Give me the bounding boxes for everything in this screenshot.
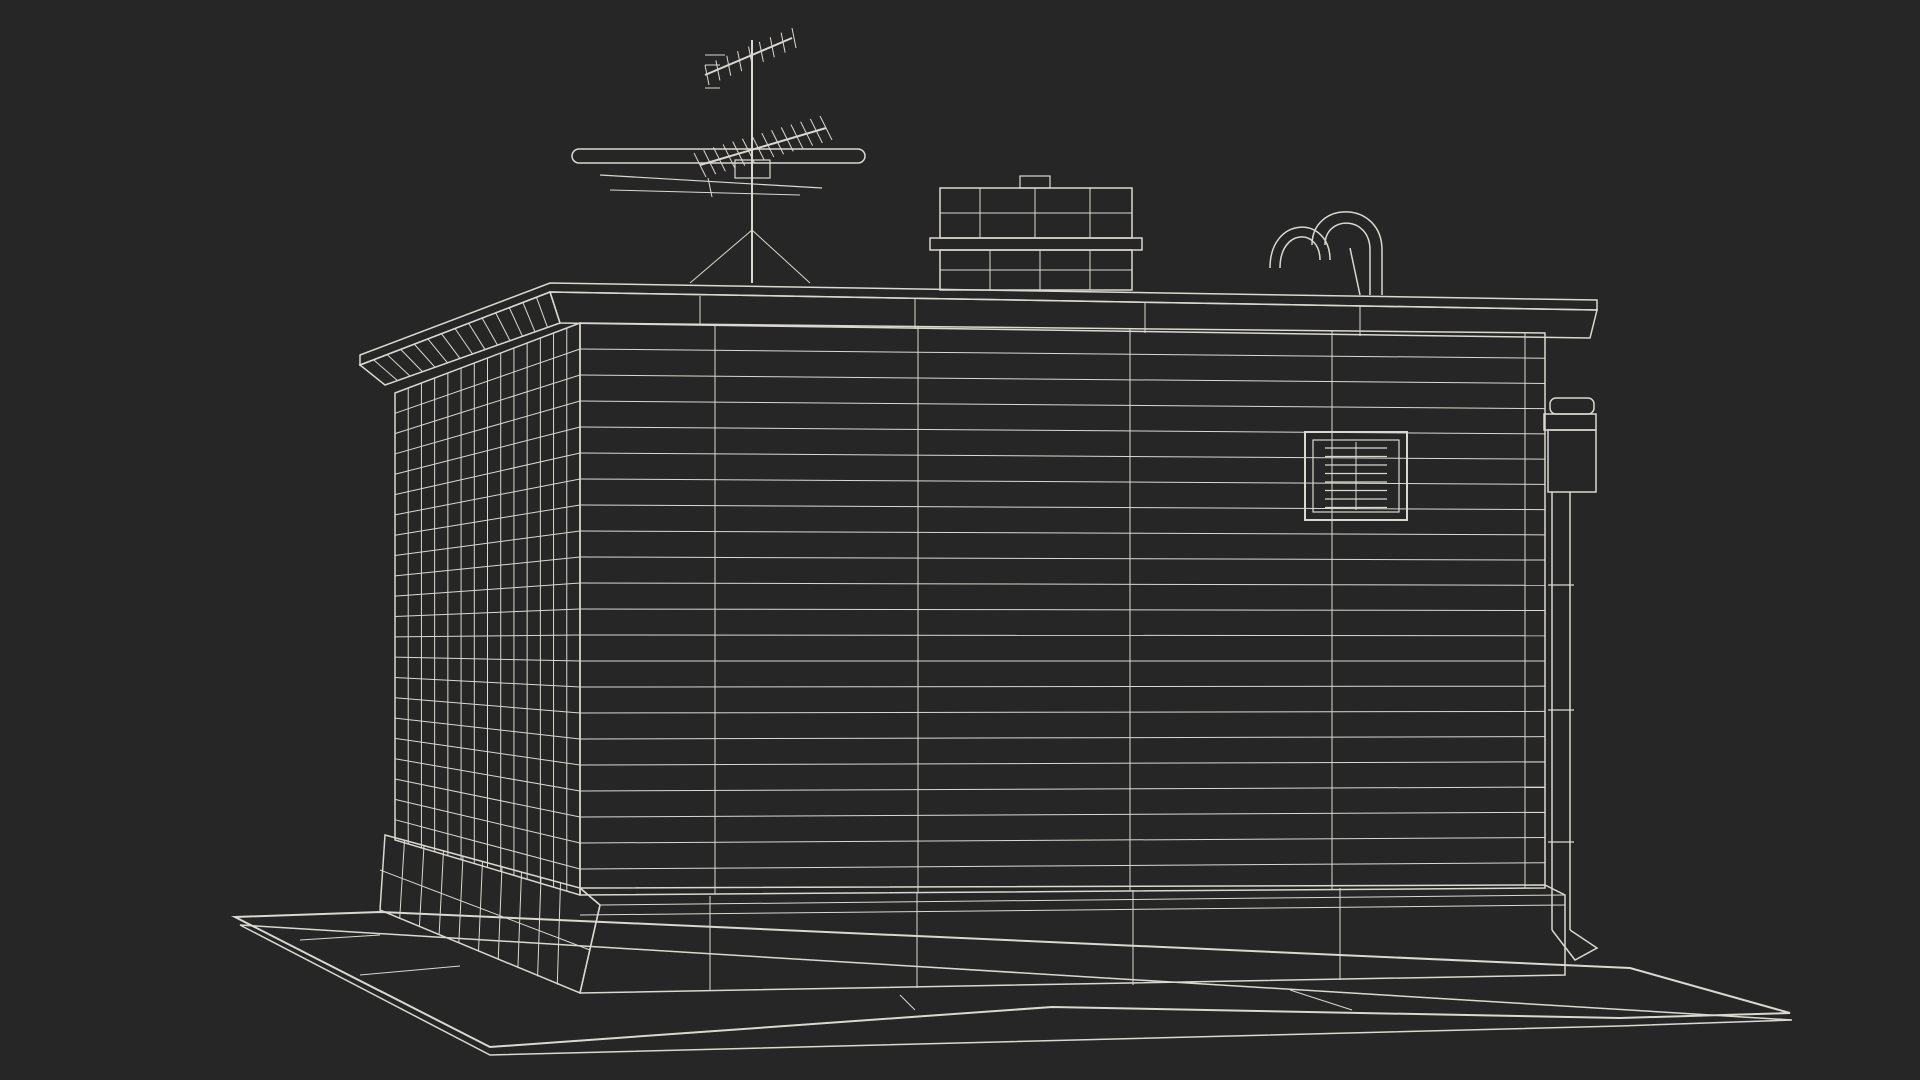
front-wall-row-line	[579, 478, 1546, 485]
front-wall-row-line	[579, 786, 1546, 792]
antenna-element	[800, 121, 814, 146]
plinth-column-line	[497, 866, 503, 960]
antenna-element	[761, 132, 775, 158]
tv-antenna	[571, 27, 866, 284]
front-wall-row-line	[579, 582, 1546, 586]
antenna-element	[790, 124, 804, 149]
roof-edge-line	[535, 297, 548, 328]
front-wall-row-line	[579, 504, 1546, 511]
plinth-column-line	[517, 872, 522, 969]
roof-edge-line	[522, 302, 536, 333]
roof-parapet	[358, 282, 1598, 386]
plinth-column-line	[458, 856, 464, 944]
front-wall-row-line	[579, 685, 1546, 688]
roof-edge-line	[468, 323, 486, 350]
plinth-column-line	[556, 882, 561, 985]
roof-edge-line	[454, 328, 473, 355]
roof-edge-line	[413, 343, 436, 368]
chimney	[929, 175, 1143, 291]
front-wall-row-line	[579, 374, 1546, 384]
roof-pipes	[1269, 211, 1383, 296]
front-wall-row-line	[579, 452, 1546, 460]
plinth-column-line	[537, 877, 542, 977]
front-wall	[579, 322, 1546, 896]
front-wall-row-line	[579, 608, 1546, 611]
roof-edge-line	[427, 338, 448, 364]
antenna-element	[780, 127, 794, 152]
roof-edge-line	[400, 349, 423, 373]
wall-vent	[1304, 431, 1408, 521]
antenna-element	[722, 144, 736, 169]
front-wall-row-line	[579, 862, 1546, 870]
front-wall-row-line	[579, 811, 1546, 818]
front-wall-row-line	[579, 710, 1546, 714]
wireframe-model	[231, 27, 1793, 1056]
antenna-element	[791, 27, 797, 49]
roof-edge-line	[386, 354, 411, 377]
front-wall-row-line	[579, 837, 1546, 844]
antenna-element	[771, 130, 784, 155]
antenna-element	[712, 147, 726, 172]
left-wall	[394, 321, 581, 897]
front-wall-row-line	[579, 761, 1546, 766]
roof-edge-line	[495, 312, 511, 341]
roof-edge-line	[481, 317, 498, 346]
plinth-column-line	[478, 861, 483, 952]
roof-edge-line	[508, 307, 523, 337]
front-wall-row-line	[579, 530, 1546, 536]
roof-edge-line	[441, 333, 461, 359]
antenna-element	[809, 118, 823, 144]
antenna-element	[693, 152, 707, 178]
roof-edge-line	[373, 359, 398, 381]
front-wall-row-line	[579, 400, 1546, 410]
antenna-element	[819, 115, 833, 141]
antenna-element	[703, 149, 717, 175]
front-wall-row-line	[579, 634, 1546, 637]
gutter-box	[1543, 397, 1597, 493]
3d-viewport[interactable]	[0, 0, 1920, 1080]
front-wall-row-line	[579, 348, 1546, 359]
front-wall-row-line	[579, 736, 1546, 740]
front-wall-row-line	[579, 556, 1546, 561]
antenna-element	[751, 135, 765, 161]
ground-slab	[231, 910, 1793, 1056]
